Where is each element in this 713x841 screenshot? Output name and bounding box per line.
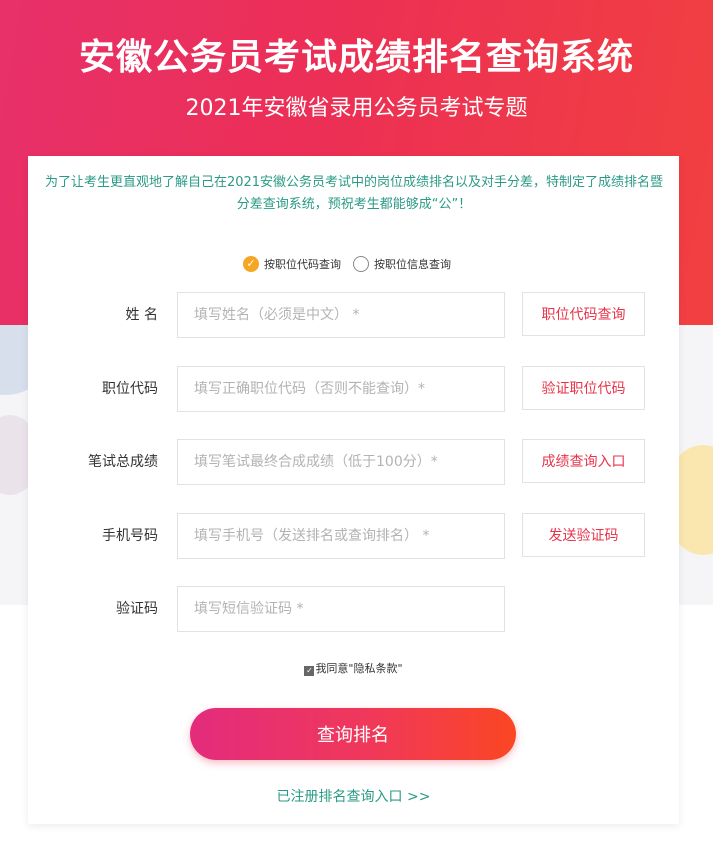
registered-query-link[interactable]: 已注册排名查询入口 >> — [28, 786, 679, 806]
send-code-button[interactable]: 发送验证码 — [522, 513, 645, 557]
position-code-lookup-button[interactable]: 职位代码查询 — [522, 292, 645, 336]
check-icon: ✓ — [243, 256, 259, 272]
page-subtitle: 2021年安徽省录用公务员考试专题 — [185, 96, 528, 121]
query-mode-group: ✓ 按职位代码查询 按职位信息查询 — [243, 256, 463, 272]
score-input[interactable] — [177, 439, 505, 485]
radio-by-position-info[interactable]: 按职位信息查询 — [353, 256, 451, 272]
code-row: 验证码 — [28, 586, 679, 632]
position-code-label: 职位代码 — [102, 381, 158, 397]
radio-circle-icon — [353, 256, 369, 272]
phone-row: 手机号码 发送验证码 — [28, 513, 679, 559]
agree-terms: ✓ 我同意"隐私条款" — [28, 660, 679, 676]
score-row: 笔试总成绩 成绩查询入口 — [28, 439, 679, 485]
page-title: 安徽公务员考试成绩排名查询系统 — [78, 37, 634, 78]
radio-by-position-code[interactable]: ✓ 按职位代码查询 — [243, 256, 341, 272]
code-label: 验证码 — [116, 601, 158, 617]
radio-label: 按职位代码查询 — [264, 258, 341, 271]
phone-input[interactable] — [177, 513, 505, 559]
name-input[interactable] — [177, 292, 505, 338]
position-code-input[interactable] — [177, 366, 505, 412]
query-form-card: 为了让考生更直观地了解自己在2021安徽公务员考试中的岗位成绩排名以及对手分差，… — [28, 156, 679, 824]
name-row: 姓 名 职位代码查询 — [28, 292, 679, 338]
verification-code-input[interactable] — [177, 586, 505, 632]
name-label: 姓 名 — [125, 307, 158, 323]
verify-position-code-button[interactable]: 验证职位代码 — [522, 366, 645, 410]
query-rank-button[interactable]: 查询排名 — [190, 708, 516, 760]
phone-label: 手机号码 — [102, 528, 158, 544]
agree-label: 我同意"隐私条款" — [315, 662, 403, 675]
score-label: 笔试总成绩 — [88, 454, 158, 470]
intro-text: 为了让考生更直观地了解自己在2021安徽公务员考试中的岗位成绩排名以及对手分差，… — [44, 175, 664, 212]
agree-checkbox[interactable]: ✓ — [304, 666, 315, 676]
score-query-entry-button[interactable]: 成绩查询入口 — [522, 439, 645, 483]
position-code-row: 职位代码 验证职位代码 — [28, 366, 679, 412]
radio-label: 按职位信息查询 — [374, 258, 451, 271]
